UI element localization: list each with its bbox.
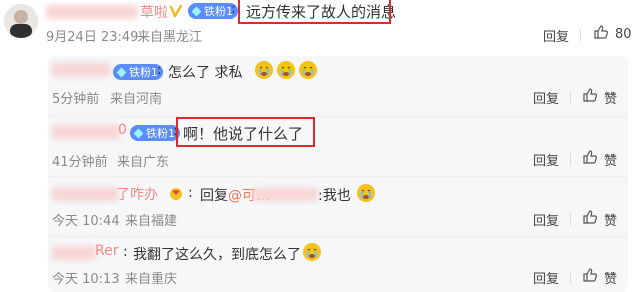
reply-4-time: 今天 10:13 xyxy=(52,272,120,287)
vertical-divider xyxy=(580,29,581,42)
fan-heart-badge-icon xyxy=(168,185,184,201)
reply-2-fan-label: 铁粉1 xyxy=(146,127,175,140)
main-reply-button[interactable]: 回复 xyxy=(543,26,569,45)
vertical-divider xyxy=(570,213,571,226)
reply-1-like-label: 赞 xyxy=(604,91,618,107)
reply-3-reply-button[interactable]: 回复 xyxy=(533,210,559,229)
thumbs-up-icon xyxy=(593,24,609,44)
reply-3-username[interactable]: 了咋办 xyxy=(116,184,158,204)
highlight-box-reply-2 xyxy=(176,117,315,147)
reply-4-text: 我翻了这么久，到底怎么了 xyxy=(133,247,301,263)
reply-4-location: 来自重庆 xyxy=(125,272,178,287)
reply-1-time: 5分钟前 xyxy=(52,92,100,107)
thumbs-up-icon xyxy=(582,209,598,229)
reply-3-prefix: 回复 xyxy=(200,188,228,204)
diamond-icon xyxy=(116,67,127,77)
crying-emoji-icon xyxy=(356,183,376,207)
main-reply-label: 回复 xyxy=(543,30,570,45)
reply-3-text: :我也 xyxy=(318,188,351,204)
reply-1-like-button[interactable]: 赞 xyxy=(582,87,617,107)
vertical-divider xyxy=(570,153,571,166)
reply-4-username[interactable]: Rer xyxy=(95,243,118,259)
colon-separator: : xyxy=(231,1,236,17)
verified-badge-icon xyxy=(169,3,183,18)
reply-divider xyxy=(48,116,628,117)
reply-1-username-blur xyxy=(52,63,110,77)
reply-3-like-button[interactable]: 赞 xyxy=(582,209,617,229)
reply-1-reply-label: 回复 xyxy=(533,92,560,107)
reply-2-username[interactable]: 0 xyxy=(118,122,127,138)
main-comment-username-blur xyxy=(46,5,138,19)
reply-3-location: 来自福建 xyxy=(125,214,178,229)
reply-4-like-label: 赞 xyxy=(604,271,618,287)
reply-3-like-label: 赞 xyxy=(604,213,618,229)
highlight-box-main xyxy=(238,0,391,24)
reply-2-reply-button[interactable]: 回复 xyxy=(533,150,559,169)
diamond-icon xyxy=(191,6,202,16)
vertical-divider xyxy=(570,271,571,284)
reply-4-reply-label: 回复 xyxy=(533,272,560,287)
reply-2-reply-label: 回复 xyxy=(533,154,560,169)
reply-2-location: 来自广东 xyxy=(117,155,170,170)
main-comment-time: 9月24日 23:49 xyxy=(46,30,139,45)
reply-1-location: 来自河南 xyxy=(110,92,163,107)
thumbs-up-icon xyxy=(582,149,598,169)
reply-3-username-blur xyxy=(52,187,118,201)
reply-1-colon: : xyxy=(157,62,162,78)
reply-4-reply-button[interactable]: 回复 xyxy=(533,268,559,287)
reply-1-text: 怎么了 求私 xyxy=(168,65,243,81)
main-comment-username[interactable]: 草啦 xyxy=(140,2,168,22)
reply-3-mention-blur xyxy=(252,188,318,201)
reply-divider xyxy=(48,176,628,177)
main-like-button[interactable]: 80 xyxy=(593,24,632,44)
thumbs-up-icon xyxy=(582,267,598,287)
reply-4-username-blur xyxy=(52,246,96,260)
fan-badge-label: 铁粉1 xyxy=(204,5,233,18)
reply-2-like-label: 赞 xyxy=(604,153,618,169)
main-comment-location: 来自黑龙江 xyxy=(137,30,203,45)
reply-2-time: 41分钟前 xyxy=(52,155,108,170)
reply-1-fan-label: 铁粉1 xyxy=(129,66,158,79)
reply-3-time: 今天 10:44 xyxy=(52,214,120,229)
reply-2-username-blur xyxy=(52,125,120,139)
reply-4-like-button[interactable]: 赞 xyxy=(582,267,617,287)
diamond-icon xyxy=(133,128,144,138)
reply-1-fan-badge: 铁粉1 xyxy=(113,64,163,80)
main-like-count: 80 xyxy=(615,26,632,42)
crying-emoji-icon xyxy=(302,242,322,266)
reply-3-colon: : xyxy=(188,185,193,201)
reply-divider xyxy=(48,236,628,237)
crying-emoji-icons xyxy=(254,60,318,80)
reply-1-reply-button[interactable]: 回复 xyxy=(533,88,559,107)
reply-4-colon: : xyxy=(123,244,128,260)
thumbs-up-icon xyxy=(582,87,598,107)
vertical-divider xyxy=(570,91,571,104)
reply-2-like-button[interactable]: 赞 xyxy=(582,149,617,169)
avatar[interactable] xyxy=(4,4,38,38)
reply-3-reply-label: 回复 xyxy=(533,214,560,229)
